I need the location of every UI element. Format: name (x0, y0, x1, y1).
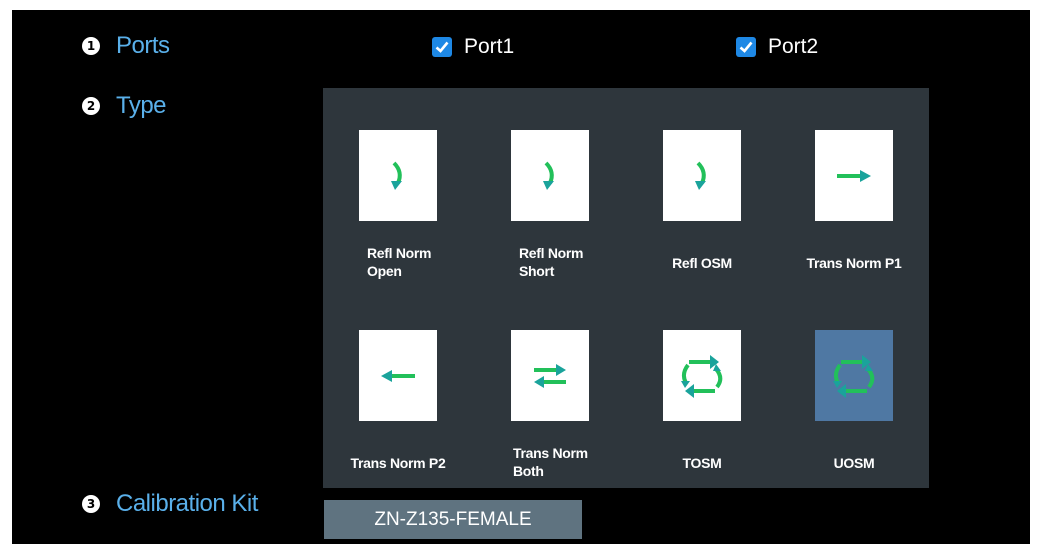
calibration-kit-selector[interactable]: ZN-Z135-FEMALE (324, 500, 582, 539)
type-label: Refl OSM (672, 255, 732, 271)
type-label: Type (116, 92, 167, 119)
type-trans-norm-both[interactable]: Trans Norm Both (475, 330, 615, 490)
uosm-icon (833, 354, 875, 398)
tile-box[interactable] (663, 330, 741, 421)
trans-norm-p2-icon (381, 369, 415, 382)
type-refl-norm-open[interactable]: Refl Norm Open (323, 130, 463, 290)
tile-box[interactable] (359, 130, 437, 221)
type-section-label: 2 Type (82, 92, 167, 120)
step-number-1: 1 (82, 37, 100, 55)
checkmark-icon (739, 41, 753, 53)
type-trans-norm-p2[interactable]: Trans Norm P2 (323, 330, 463, 490)
ports-label: Ports (116, 32, 170, 59)
port2-checkbox[interactable]: Port2 (736, 35, 818, 59)
calibration-setup-screen: 1 Ports 2 Type 3 Calibration Kit Port1 P… (12, 10, 1030, 544)
type-trans-norm-p1[interactable]: Trans Norm P1 (779, 130, 919, 290)
port2-label: Port2 (768, 35, 819, 58)
tile-box[interactable] (663, 130, 741, 221)
type-refl-osm[interactable]: Refl OSM (627, 130, 767, 290)
refl-osm-icon (695, 161, 706, 190)
refl-norm-short-icon (543, 161, 554, 190)
trans-norm-p1-icon (837, 169, 871, 182)
tile-box[interactable] (511, 130, 589, 221)
tosm-icon (681, 354, 723, 398)
port2-checkbox-box[interactable] (736, 37, 756, 57)
type-label: TOSM (682, 455, 722, 471)
tile-box[interactable] (359, 330, 437, 421)
type-refl-norm-short[interactable]: Refl Norm Short (475, 130, 615, 290)
type-uosm[interactable]: UOSM (779, 330, 919, 490)
port1-checkbox-box[interactable] (432, 37, 452, 57)
trans-norm-both-icon (534, 363, 566, 388)
type-label: Trans Norm P2 (350, 455, 446, 471)
step-number-2: 2 (82, 97, 100, 115)
ports-section-label: 1 Ports (82, 32, 170, 60)
refl-norm-open-icon (391, 161, 402, 190)
type-tosm[interactable]: TOSM (627, 330, 767, 490)
calibration-kit-label: Calibration Kit (116, 490, 258, 517)
step-number-3: 3 (82, 495, 100, 513)
type-label: UOSM (833, 455, 875, 471)
tile-box[interactable] (815, 130, 893, 221)
port1-checkbox[interactable]: Port1 (432, 35, 514, 59)
tile-box[interactable] (815, 330, 893, 421)
calibration-type-panel: Refl Norm Open Refl Norm Short Refl OSM (323, 88, 929, 488)
calibration-kit-section-label: 3 Calibration Kit (82, 490, 258, 518)
port1-label: Port1 (464, 35, 515, 58)
type-label: Trans Norm P1 (806, 255, 902, 271)
checkmark-icon (435, 41, 449, 53)
tile-box[interactable] (511, 330, 589, 421)
